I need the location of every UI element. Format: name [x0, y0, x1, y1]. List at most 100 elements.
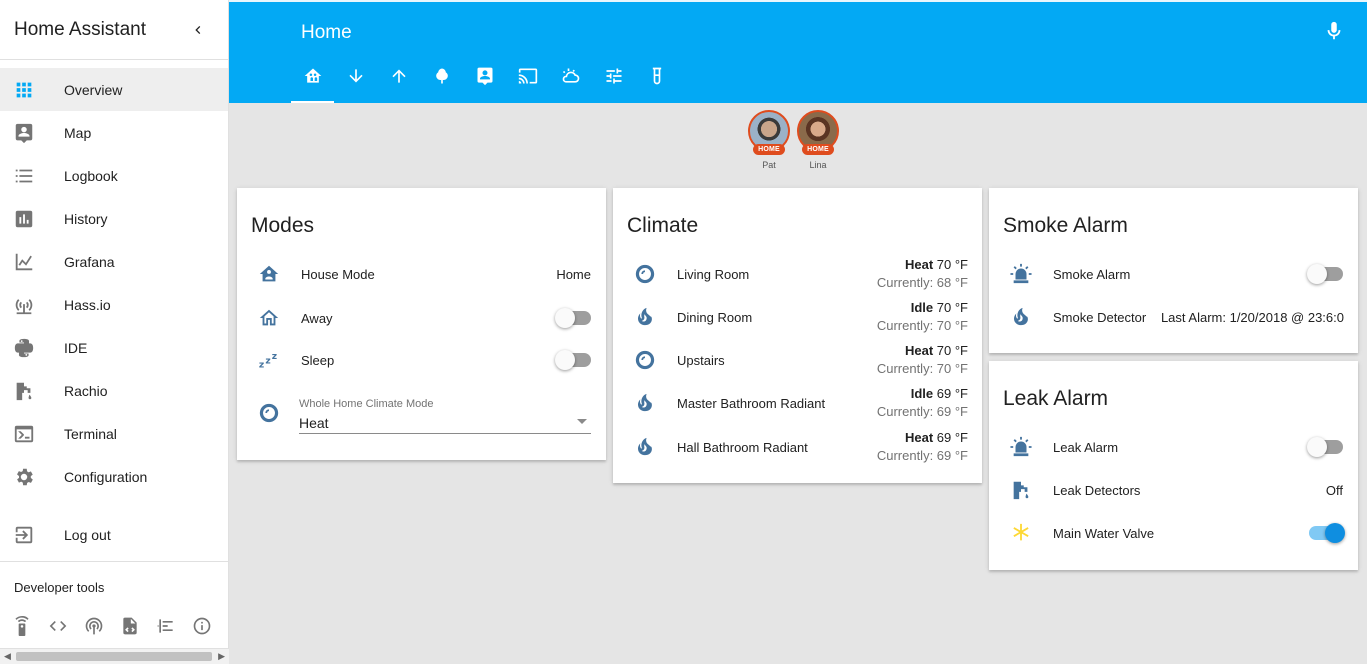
thermostat-icon — [257, 401, 281, 425]
sidebar-item-label: Grafana — [64, 253, 115, 270]
microphone-icon[interactable] — [1323, 20, 1345, 47]
tune-icon — [604, 66, 624, 91]
tab-media[interactable] — [506, 66, 549, 102]
person-badge[interactable]: HOME Pat — [747, 110, 791, 170]
remote-icon[interactable] — [10, 614, 34, 638]
alarm-light-icon — [1009, 435, 1033, 459]
thermostat-icon — [633, 262, 657, 286]
tab-upstairs[interactable] — [377, 66, 420, 102]
arrow-up-icon — [389, 66, 409, 91]
tab-lab[interactable] — [635, 66, 678, 102]
code-icon[interactable] — [46, 614, 70, 638]
entity-state: Home — [556, 266, 591, 282]
climate-mode-select[interactable]: Whole Home Climate Mode Heat — [299, 396, 591, 436]
tab-home[interactable] — [291, 66, 334, 103]
card-title: Climate — [627, 214, 699, 237]
badge-name: Pat — [762, 160, 776, 170]
modes-card: Modes House Mode Home Away zzz Sleep Who… — [237, 188, 606, 460]
person-badges: HOME Pat HOME Lina — [747, 110, 840, 170]
sidebar-item-hassio[interactable]: Hass.io — [0, 283, 228, 326]
sidebar-item-ide[interactable]: IDE — [0, 326, 228, 369]
climate-row[interactable]: Living Room Heat 70 °F Currently: 68 °F — [613, 254, 982, 294]
list-icon — [0, 165, 48, 187]
sidebar-item-overview[interactable]: Overview — [0, 68, 228, 111]
apps-grid-icon — [0, 79, 48, 101]
arrow-down-icon — [346, 66, 366, 91]
climate-row[interactable]: Upstairs Heat 70 °F Currently: 70 °F — [613, 340, 982, 380]
climate-row[interactable]: Master Bathroom Radiant Idle 69 °F Curre… — [613, 383, 982, 423]
house-mode-row[interactable]: House Mode Home — [237, 254, 606, 294]
svg-text:z: z — [259, 359, 264, 370]
climate-row[interactable]: Hall Bathroom Radiant Heat 69 °F Current… — [613, 427, 982, 467]
dropdown-arrow-icon — [577, 419, 587, 424]
leak-alarm-card: Leak Alarm Leak Alarm Leak Detectors Off… — [989, 361, 1358, 570]
climate-state: Heat 70 °F Currently: 70 °F — [876, 343, 968, 376]
entity-name: Smoke Alarm — [1053, 266, 1131, 282]
smoke-detector-row[interactable]: Smoke Detector Last Alarm: 1/20/2018 @ 2… — [989, 297, 1358, 337]
entity-name: Leak Detectors — [1053, 482, 1141, 498]
sleep-toggle[interactable] — [555, 350, 591, 370]
entity-state: Off — [1325, 482, 1343, 498]
sidebar-item-terminal[interactable]: Terminal — [0, 412, 228, 455]
sidebar-item-label: Hass.io — [64, 296, 111, 313]
home-outline-icon — [257, 306, 281, 330]
sidebar-item-logout[interactable]: Log out — [0, 513, 228, 556]
card-title: Smoke Alarm — [1003, 214, 1128, 237]
file-xml-icon[interactable] — [118, 614, 142, 638]
account-box-icon — [475, 66, 495, 91]
antenna-icon — [0, 294, 48, 316]
tab-outdoor[interactable] — [420, 66, 463, 102]
sleep-icon: zzz — [257, 348, 281, 372]
sleep-row: zzz Sleep — [237, 340, 606, 380]
smoke-alarm-card: Smoke Alarm Smoke Alarm Smoke Detector L… — [989, 188, 1358, 353]
test-tube-icon — [647, 66, 667, 91]
sidebar-item-label: Overview — [64, 81, 123, 98]
sidebar-item-rachio[interactable]: Rachio — [0, 369, 228, 412]
entity-name: Leak Alarm — [1053, 439, 1119, 455]
tab-people[interactable] — [463, 66, 506, 102]
leak-alarm-toggle[interactable] — [1307, 437, 1343, 457]
radio-tower-icon[interactable] — [82, 614, 106, 638]
sidebar-item-label: History — [64, 210, 108, 227]
sidebar-item-grafana[interactable]: Grafana — [0, 240, 228, 283]
card-title: Leak Alarm — [1003, 387, 1109, 410]
water-valve-toggle[interactable] — [1309, 523, 1345, 543]
home-group-icon — [303, 66, 323, 91]
horizontal-scrollbar[interactable]: ◀ ▶ — [0, 648, 229, 664]
exit-icon — [0, 524, 48, 546]
map-person-icon — [0, 122, 48, 144]
select-label: Whole Home Climate Mode — [299, 398, 434, 410]
sidebar: Home Assistant Overview Map Logbook Hist… — [0, 0, 229, 664]
timeline-icon[interactable] — [154, 614, 178, 638]
sidebar-item-map[interactable]: Map — [0, 111, 228, 154]
fire-icon — [633, 305, 657, 329]
smoke-alarm-toggle[interactable] — [1307, 264, 1343, 284]
chevron-left-icon[interactable] — [186, 18, 210, 42]
sidebar-item-logbook[interactable]: Logbook — [0, 154, 228, 197]
fire-icon — [1009, 305, 1033, 329]
climate-row[interactable]: Dining Room Idle 70 °F Currently: 70 °F — [613, 297, 982, 337]
away-toggle[interactable] — [555, 308, 591, 328]
climate-state: Idle 70 °F Currently: 70 °F — [876, 300, 968, 333]
sidebar-item-label: Configuration — [64, 468, 148, 485]
scrollbar-thumb[interactable] — [16, 652, 212, 661]
water-pump-icon — [1009, 478, 1033, 502]
sidebar-item-label: Map — [64, 124, 92, 141]
tab-downstairs[interactable] — [334, 66, 377, 102]
leak-detectors-row[interactable]: Leak Detectors Off — [989, 470, 1358, 510]
svg-text:z: z — [272, 351, 277, 362]
climate-state: Heat 70 °F Currently: 68 °F — [876, 257, 968, 290]
sidebar-item-history[interactable]: History — [0, 197, 228, 240]
alarm-light-icon — [1009, 262, 1033, 286]
tab-settings[interactable] — [592, 66, 635, 102]
sidebar-item-label: Log out — [64, 526, 111, 543]
water-pump-icon — [0, 380, 48, 402]
climate-card: Climate Living Room Heat 70 °F Currently… — [613, 188, 982, 483]
sidebar-item-configuration[interactable]: Configuration — [0, 455, 228, 498]
sidebar-header: Home Assistant — [0, 0, 228, 60]
info-icon[interactable] — [190, 614, 214, 638]
tab-weather[interactable] — [549, 66, 592, 102]
person-badge[interactable]: HOME Lina — [796, 110, 840, 170]
entity-name: House Mode — [301, 266, 375, 282]
line-chart-icon — [0, 251, 48, 273]
